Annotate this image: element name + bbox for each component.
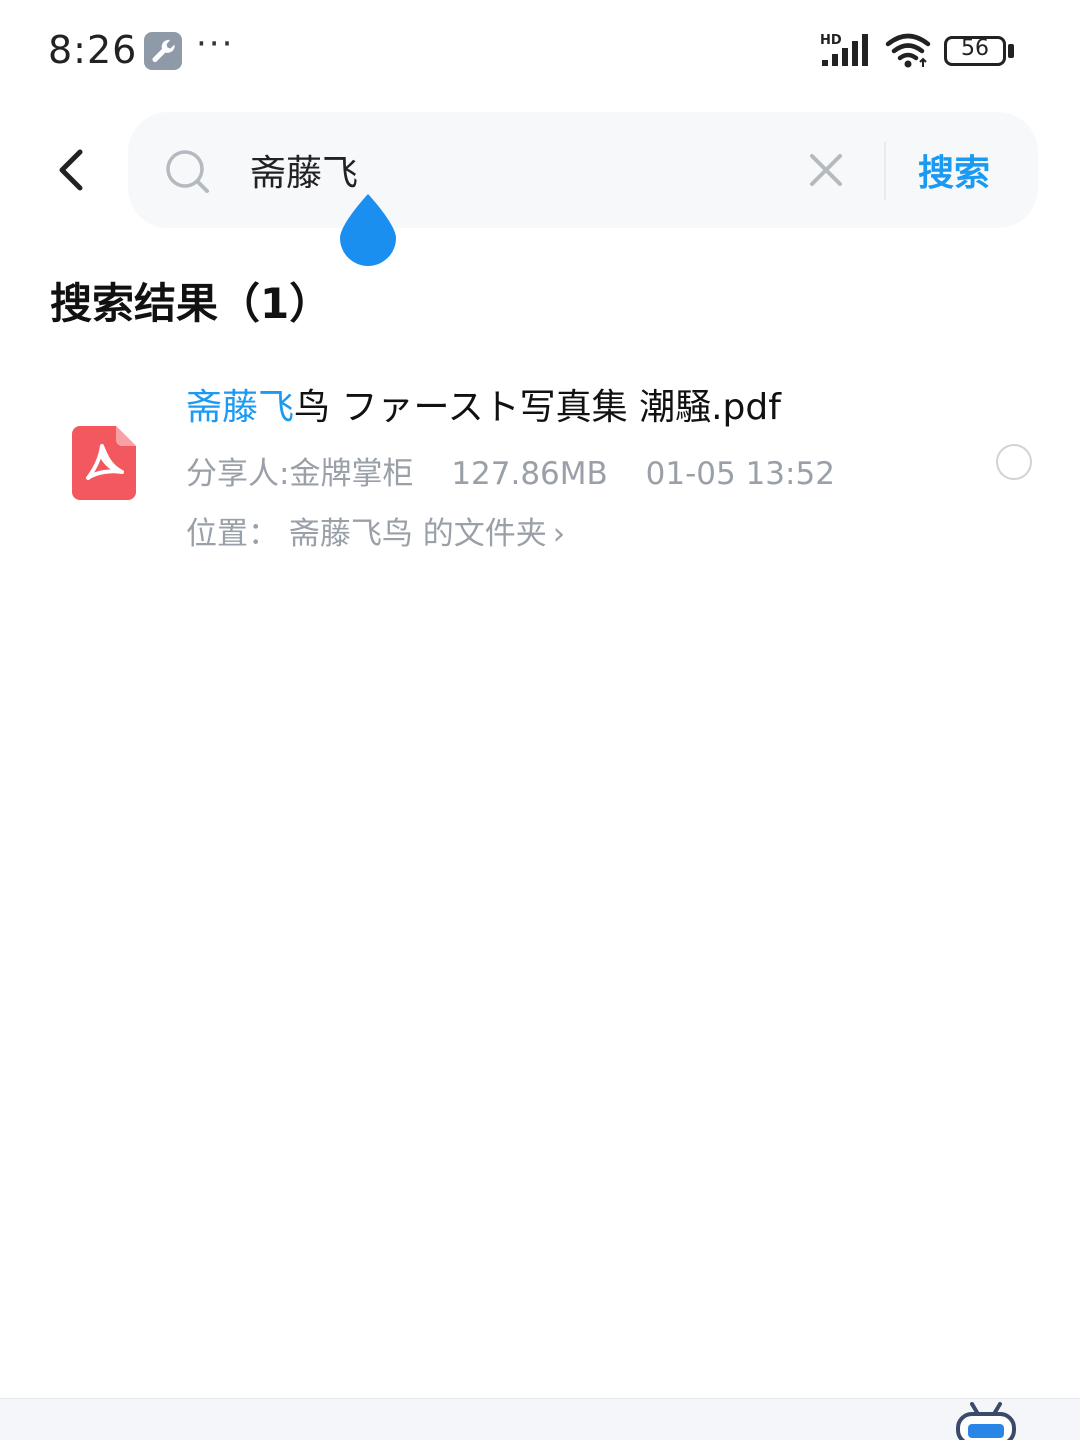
results-title: 搜索结果（1） <box>50 279 332 328</box>
pdf-icon <box>72 426 136 500</box>
search-bar: 搜索 <box>128 112 1038 228</box>
file-list-item[interactable]: 斋藤飞鸟 ファースト写真集 潮騒.pdf 分享人:金牌掌柜 127.86MB 0… <box>0 360 1080 560</box>
file-name-highlight: 斋藤飞 <box>186 387 295 428</box>
chevron-left-icon <box>59 149 83 191</box>
search-icon <box>164 148 212 196</box>
select-radio[interactable] <box>996 444 1032 480</box>
back-button[interactable] <box>40 138 104 202</box>
text-cursor-handle[interactable] <box>336 192 400 268</box>
wrench-icon <box>144 32 182 70</box>
file-meta: 分享人:金牌掌柜 127.86MB 01-05 13:52 <box>186 448 863 493</box>
search-input[interactable] <box>250 138 790 202</box>
search-divider <box>884 142 886 200</box>
clear-search-button[interactable] <box>806 150 846 190</box>
status-bar: 8:26 ··· HD 56 <box>0 0 1080 100</box>
search-screen: 8:26 ··· HD 56 斋藤飞 搜索 搜索结果（1） 斋藤飞鸟 ファースト… <box>0 0 1080 1440</box>
chevron-right-icon: › <box>552 516 566 552</box>
file-size: 127.86MB <box>451 456 608 492</box>
battery-level: 56 <box>961 36 989 61</box>
battery-nub <box>1008 44 1014 58</box>
battery-icon: 56 <box>944 36 1006 66</box>
status-time: 8:26 <box>48 28 138 72</box>
file-date: 01-05 13:52 <box>645 456 835 492</box>
more-dots-icon: ··· <box>196 24 235 64</box>
file-sharer: 分享人:金牌掌柜 <box>186 456 414 492</box>
robot-assistant-icon[interactable] <box>954 1402 1018 1440</box>
wifi-icon <box>884 32 932 74</box>
search-button[interactable]: 搜索 <box>918 144 990 196</box>
file-location-text: 位置： 斋藤飞鸟 的文件夹 <box>186 516 547 552</box>
file-name-rest: 鸟 ファースト写真集 潮騒.pdf <box>294 387 781 428</box>
network-label: HD <box>820 33 842 48</box>
file-name: 斋藤飞鸟 ファースト写真集 潮騒.pdf <box>186 378 781 430</box>
file-location-link[interactable]: 位置： 斋藤飞鸟 的文件夹 › <box>186 508 565 553</box>
signal-icon: HD <box>820 32 874 72</box>
close-icon <box>810 154 842 186</box>
bottom-bar <box>0 1398 1080 1440</box>
